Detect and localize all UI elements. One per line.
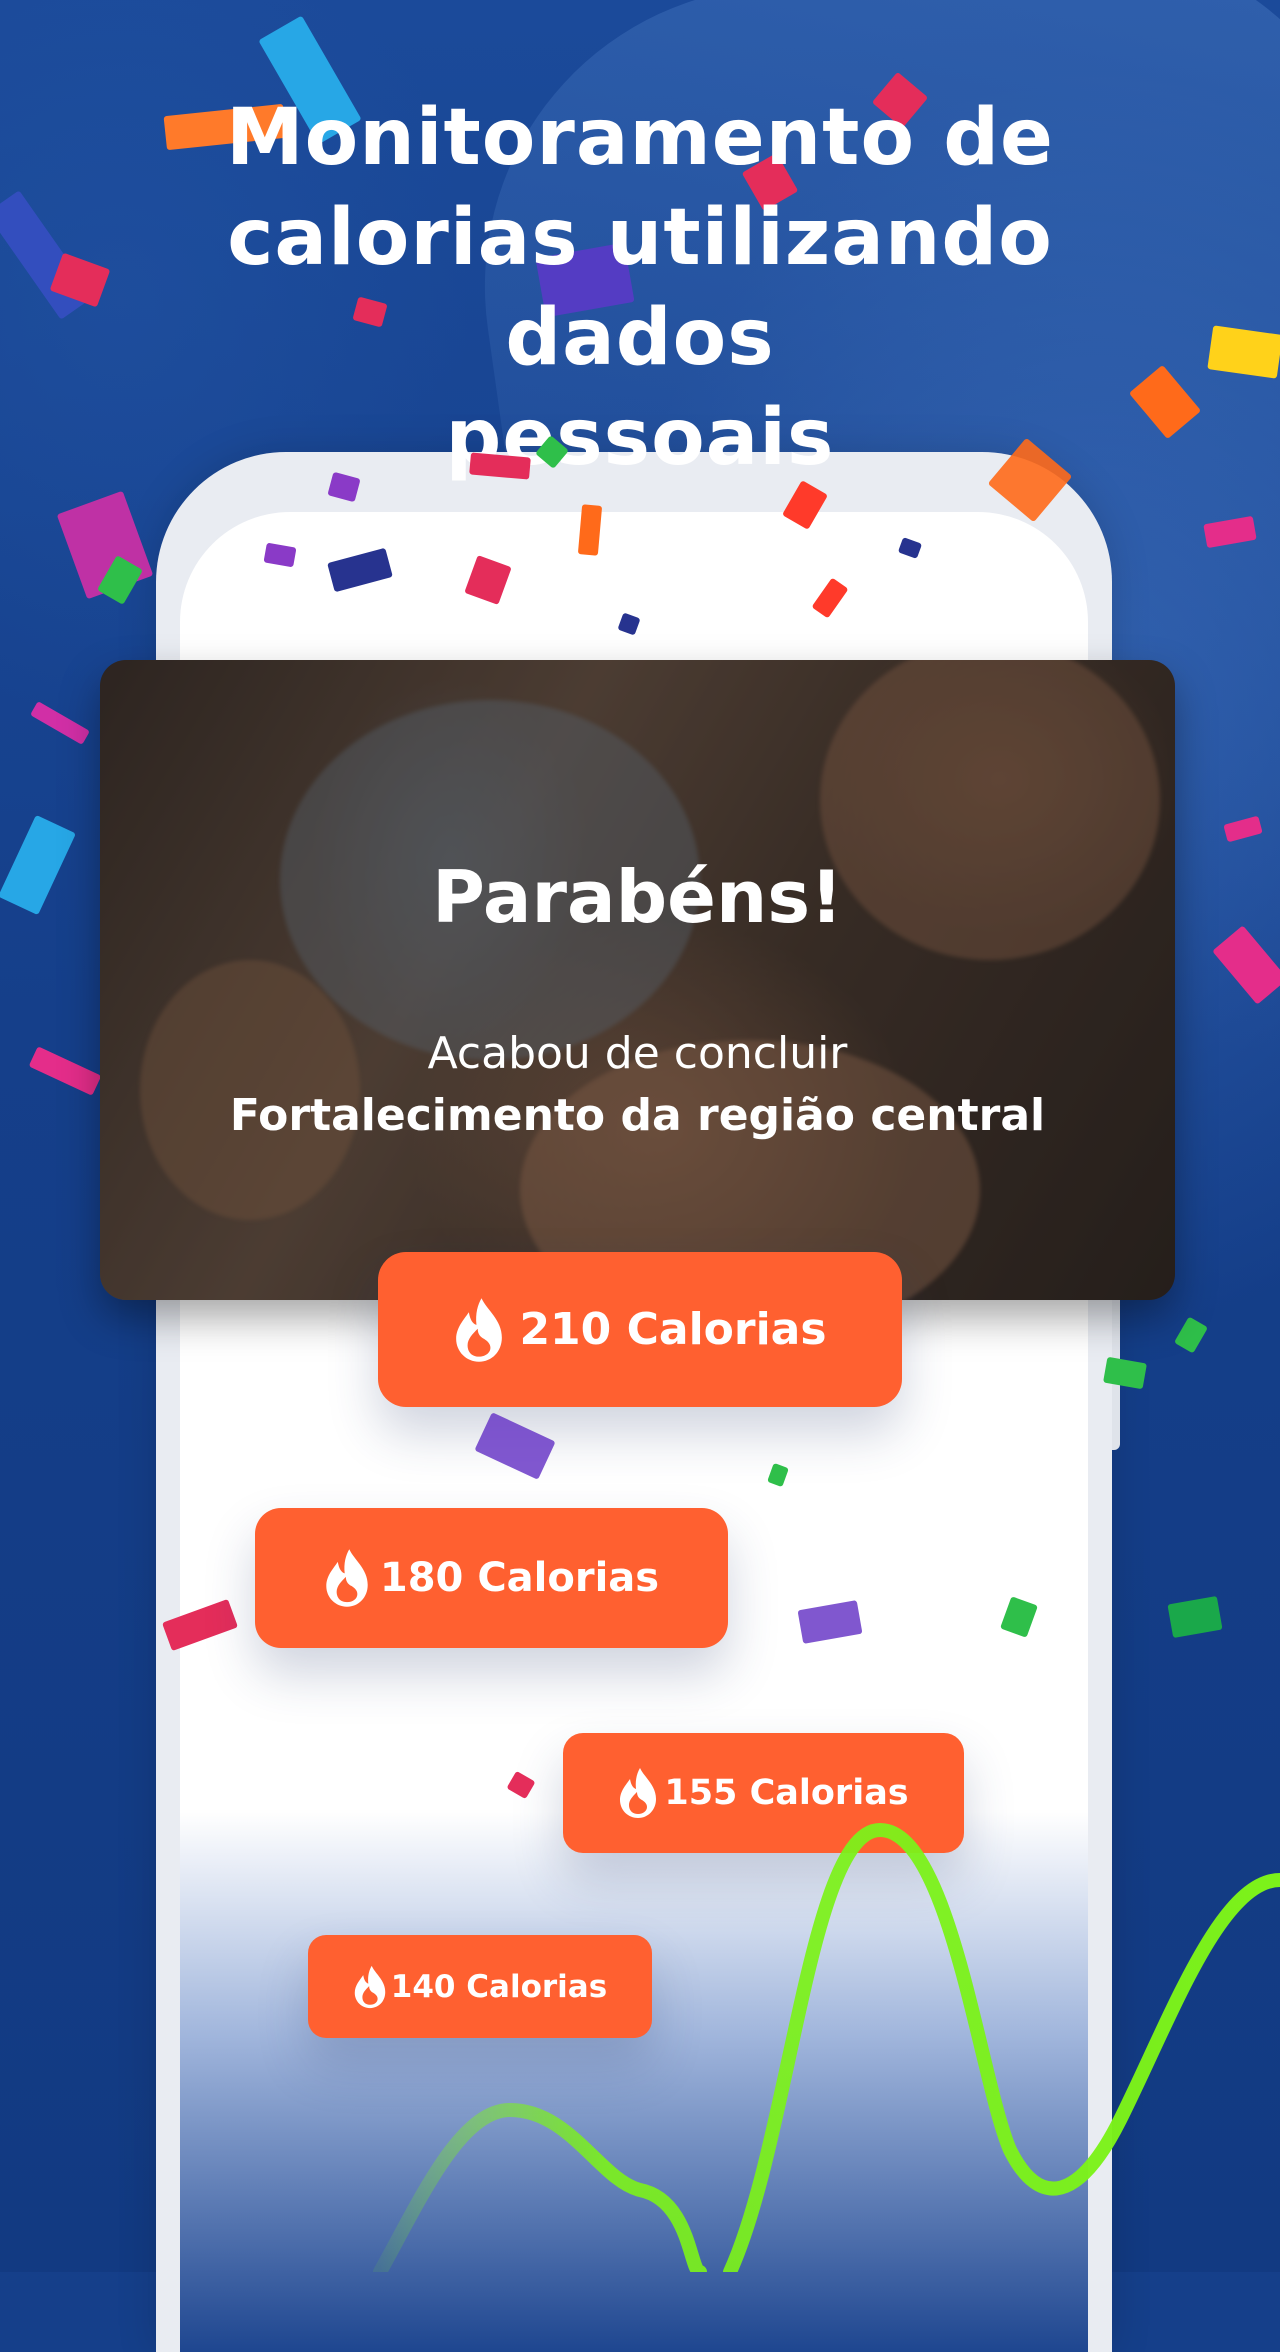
workout-name: Fortalecimento da região central [229,1090,1046,1141]
card-subtitle: Acabou de concluir [427,1028,848,1079]
calorie-badge: 210 Calorias [378,1252,902,1407]
calorie-badge: 180 Calorias [255,1508,728,1648]
workout-complete-card: Parabéns! Acabou de concluir Fortalecime… [100,660,1175,1300]
calorie-badge: 140 Calorias [308,1935,652,2038]
flame-icon [620,1768,657,1818]
calorie-badge: 155 Calorias [563,1733,964,1853]
calorie-label: 140 Calorias [390,1968,608,2005]
calorie-label: 210 Calorias [519,1304,827,1355]
card-image-overlay [100,660,1175,1300]
phone-screen-fade [180,1812,1088,2352]
calorie-label: 155 Calorias [664,1773,909,1813]
flame-icon [326,1549,368,1607]
flame-icon [354,1965,386,2008]
card-title: Parabéns! [432,855,843,939]
flame-icon [456,1297,503,1362]
headline: Monitoramento de calorias utilizando dad… [226,93,1054,483]
calorie-label: 180 Calorias [379,1555,660,1601]
